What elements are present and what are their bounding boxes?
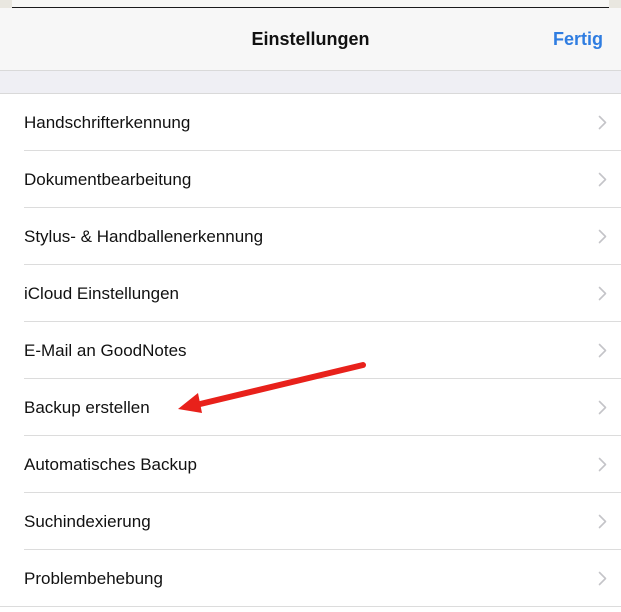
chevron-right-icon (598, 343, 607, 358)
settings-item-label: Dokumentbearbeitung (24, 170, 192, 189)
chevron-right-icon (598, 457, 607, 472)
chevron-right-icon (598, 115, 607, 130)
chevron-right-icon (598, 400, 607, 415)
done-button[interactable]: Fertig (553, 8, 603, 70)
settings-item-label: E-Mail an GoodNotes (24, 341, 187, 360)
settings-item-label: Problembehebung (24, 569, 163, 588)
settings-item-label: Stylus- & Handballenerkennung (24, 227, 264, 246)
top-backdrop-strip (0, 0, 621, 8)
settings-item-label: iCloud Einstellungen (24, 284, 179, 303)
navigation-bar: Einstellungen Fertig (0, 8, 621, 71)
settings-item-stylus-palm-recognition[interactable]: Stylus- & Handballenerkennung (0, 208, 621, 265)
chevron-right-icon (598, 229, 607, 244)
chevron-right-icon (598, 172, 607, 187)
chevron-right-icon (598, 286, 607, 301)
settings-item-label: Automatisches Backup (24, 455, 197, 474)
settings-item-create-backup[interactable]: Backup erstellen (0, 379, 621, 436)
settings-item-document-editing[interactable]: Dokumentbearbeitung (0, 151, 621, 208)
chevron-right-icon (598, 514, 607, 529)
chevron-right-icon (598, 571, 607, 586)
page-title: Einstellungen (251, 29, 370, 49)
settings-item-label: Backup erstellen (24, 398, 150, 417)
settings-item-label: Suchindexierung (24, 512, 151, 531)
settings-item-handwriting-recognition[interactable]: Handschrifterkennung (0, 94, 621, 151)
settings-list: Handschrifterkennung Dokumentbearbeitung… (0, 94, 621, 607)
section-spacer (0, 71, 621, 94)
settings-item-troubleshooting[interactable]: Problembehebung (0, 550, 621, 607)
backdrop-window-edge (12, 0, 609, 8)
settings-item-label: Handschrifterkennung (24, 113, 191, 132)
settings-item-automatic-backup[interactable]: Automatisches Backup (0, 436, 621, 493)
settings-item-email-goodnotes[interactable]: E-Mail an GoodNotes (0, 322, 621, 379)
settings-sheet: Einstellungen Fertig Handschrifterkennun… (0, 8, 621, 612)
settings-item-icloud-settings[interactable]: iCloud Einstellungen (0, 265, 621, 322)
settings-item-search-indexing[interactable]: Suchindexierung (0, 493, 621, 550)
